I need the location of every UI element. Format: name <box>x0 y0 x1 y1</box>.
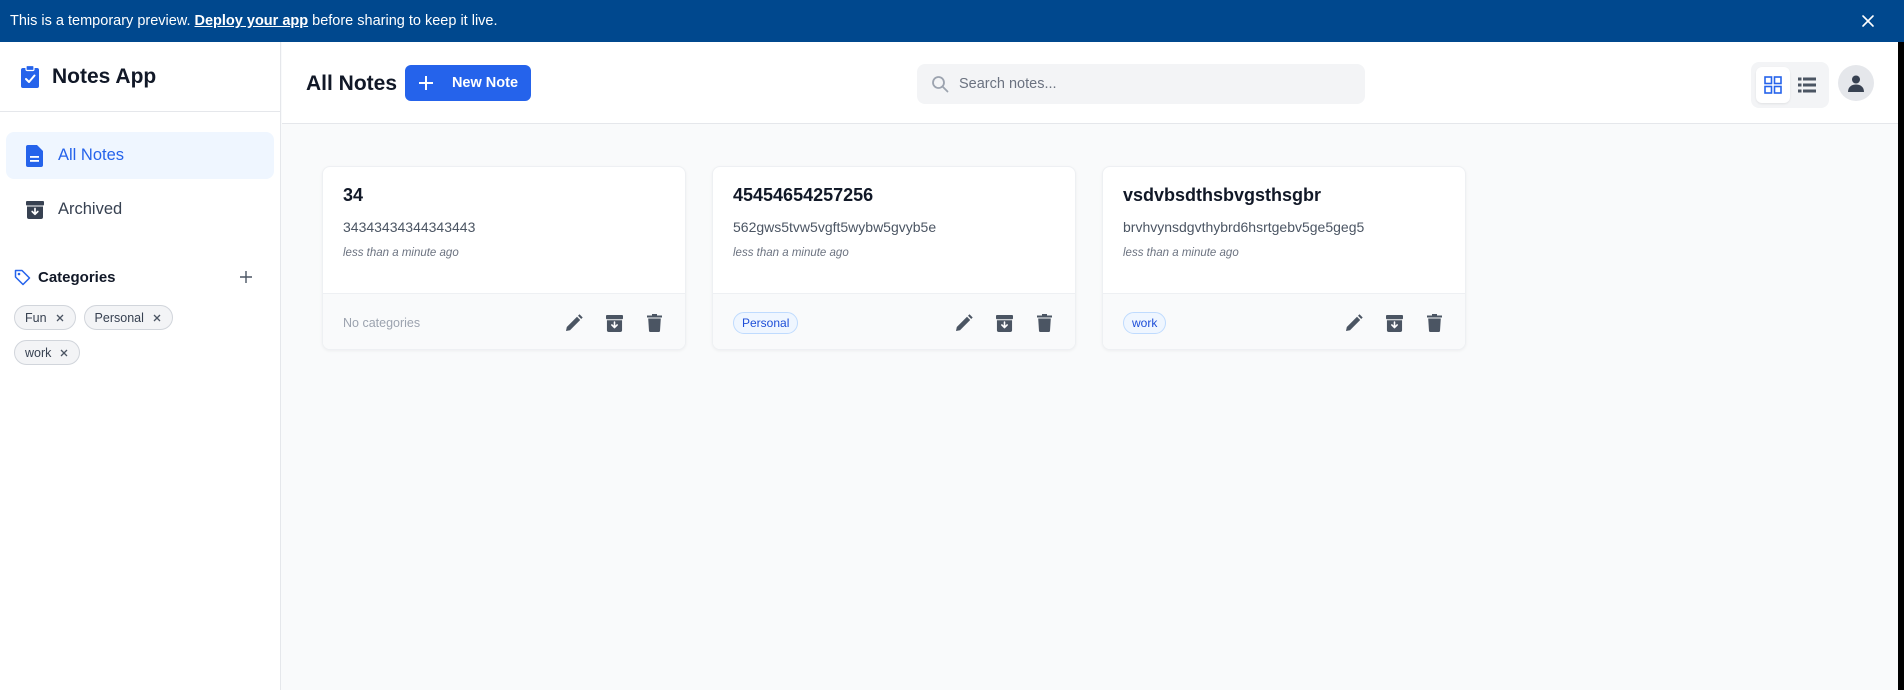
search-input[interactable] <box>959 76 1359 92</box>
category-tag: work <box>1123 311 1167 334</box>
trash-icon[interactable] <box>1033 312 1055 334</box>
view-toggle <box>1751 62 1829 108</box>
plus-icon <box>418 74 436 92</box>
note-title: 45454654257256 <box>733 185 874 205</box>
edit-icon[interactable] <box>1343 312 1365 334</box>
notes-grid: 34 34343434344343443 less than a minute … <box>322 166 1466 350</box>
close-icon[interactable] <box>1856 9 1880 33</box>
sidebar-item-archived[interactable]: Archived <box>6 186 274 233</box>
category-chip[interactable]: Personal <box>83 305 173 330</box>
list-view-icon[interactable] <box>1790 67 1824 103</box>
window-edge <box>1898 42 1904 690</box>
categories-header: Categories <box>0 265 280 289</box>
new-note-label: New Note <box>451 75 519 91</box>
remove-icon[interactable] <box>152 313 162 323</box>
app-frame: Notes App All Notes Archived Categories … <box>0 42 1898 690</box>
sidebar-item-all-notes[interactable]: All Notes <box>6 132 274 179</box>
note-title: 34 <box>343 185 364 205</box>
archive-icon[interactable] <box>603 312 625 334</box>
note-date: less than a minute ago <box>1123 247 1239 259</box>
clipboard-icon <box>20 64 42 90</box>
note-card[interactable]: 45454654257256 562gws5tvw5vgft5wybw5gvyb… <box>712 166 1076 350</box>
note-title: vsdvbsdthsbvgsthsgbr <box>1123 185 1322 205</box>
no-categories-label: No categories <box>343 315 421 330</box>
remove-icon[interactable] <box>55 313 65 323</box>
banner-text-before: This is a temporary preview. <box>10 13 191 29</box>
add-category-icon[interactable] <box>236 267 256 287</box>
category-chips: Fun Personal work <box>0 289 240 365</box>
archive-icon[interactable] <box>1383 312 1405 334</box>
edit-icon[interactable] <box>953 312 975 334</box>
note-content: brvhvynsdgvthybrd6hsrtgebv5ge5geg5 <box>1123 219 1365 235</box>
archive-icon <box>24 199 46 221</box>
archive-icon[interactable] <box>993 312 1015 334</box>
page-title: All Notes <box>306 72 398 95</box>
grid-view-icon[interactable] <box>1756 67 1790 103</box>
brand: Notes App <box>0 42 280 112</box>
note-content: 562gws5tvw5vgft5wybw5gvyb5e <box>733 219 937 235</box>
sidebar-item-label: Archived <box>58 200 123 218</box>
category-chip[interactable]: work <box>14 340 81 365</box>
trash-icon[interactable] <box>643 312 665 334</box>
user-avatar-icon[interactable] <box>1838 65 1874 101</box>
sidebar: Notes App All Notes Archived Categories … <box>0 42 281 690</box>
document-icon <box>24 144 46 167</box>
note-card[interactable]: 34 34343434344343443 less than a minute … <box>322 166 686 350</box>
search-icon <box>931 75 949 93</box>
app-title: Notes App <box>52 64 157 88</box>
note-date: less than a minute ago <box>733 247 849 259</box>
trash-icon[interactable] <box>1423 312 1445 334</box>
note-content: 34343434344343443 <box>343 219 476 235</box>
sidebar-item-label: All Notes <box>58 146 125 164</box>
category-chip-label: Fun <box>25 310 47 325</box>
category-tag: Personal <box>733 311 799 334</box>
note-card[interactable]: vsdvbsdthsbvgsthsgbr brvhvynsdgvthybrd6h… <box>1102 166 1466 350</box>
remove-icon[interactable] <box>59 348 69 358</box>
category-chip-label: work <box>25 345 52 360</box>
category-chip[interactable]: Fun <box>14 305 76 330</box>
preview-banner: This is a temporary preview. Deploy your… <box>0 0 1904 42</box>
sidebar-nav: All Notes Archived <box>0 112 280 233</box>
banner-text-after: before sharing to keep it live. <box>312 13 498 29</box>
edit-icon[interactable] <box>563 312 585 334</box>
deploy-app-link[interactable]: Deploy your app <box>195 13 309 29</box>
new-note-button[interactable]: New Note <box>405 65 531 101</box>
categories-title: Categories <box>38 268 116 286</box>
search-box <box>917 64 1365 104</box>
category-chip-label: Personal <box>94 310 144 325</box>
note-date: less than a minute ago <box>343 247 459 259</box>
tag-icon <box>14 268 32 286</box>
main-header: All Notes New Note <box>282 42 1898 124</box>
